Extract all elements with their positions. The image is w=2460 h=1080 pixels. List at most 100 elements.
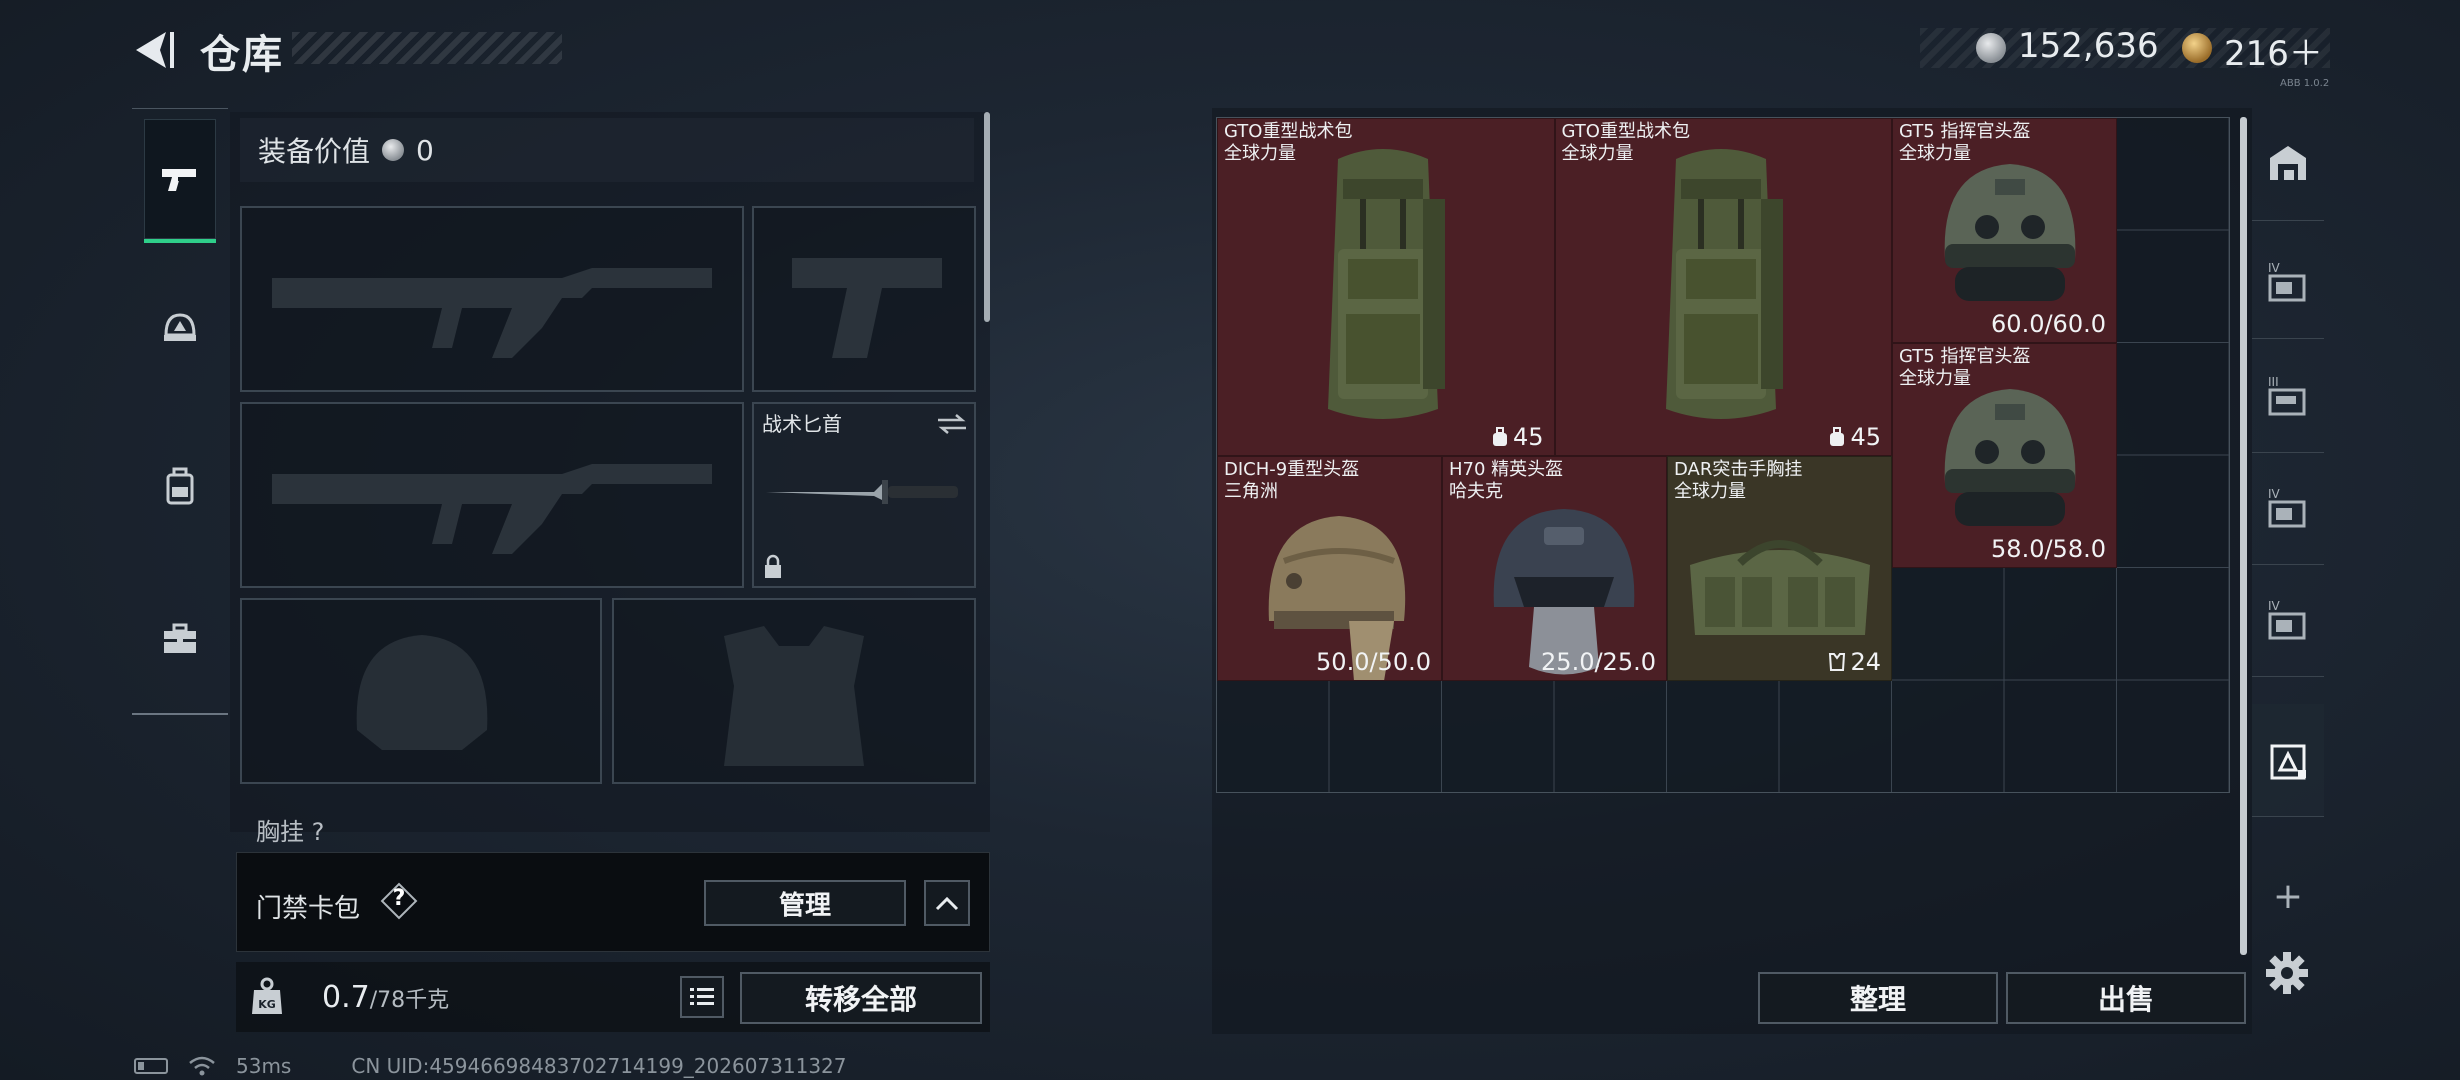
silver-currency-value: 152,636 [2018, 26, 2159, 66]
svg-text:KG: KG [258, 998, 276, 1011]
pistol-icon [162, 169, 196, 191]
sidearm-slot[interactable] [752, 206, 976, 392]
stash-grid[interactable]: GTO重型战术包 全球力量 45 GTO重型战术包 全球力量 45 GT5 指挥… [1216, 117, 2230, 793]
item-stat: 45 [1828, 423, 1881, 451]
item-stat: 58.0/58.0 [1991, 535, 2106, 563]
warehouse-icon [2270, 146, 2306, 180]
loadout-scrollbar[interactable] [984, 112, 990, 322]
item-name: GT5 指挥官头盔 全球力量 [1899, 346, 2031, 389]
svg-text:IV: IV [2268, 261, 2281, 275]
manage-button[interactable]: 管理 [704, 880, 906, 926]
silver-coin-icon [1976, 33, 2006, 63]
weapon-tab[interactable] [144, 119, 216, 243]
stash-item[interactable]: DICH-9重型头盔 三角洲 50.0/50.0 [1217, 455, 1442, 681]
version-text: ABB 1.0.2 [2280, 78, 2330, 89]
lock-icon [765, 554, 781, 578]
list-icon [690, 988, 714, 1005]
item-name: H70 精英头盔 哈夫克 [1449, 458, 1564, 502]
stash-iv-icon: IV [2268, 261, 2306, 302]
chest-rig-label: 胸挂 ? [256, 818, 325, 846]
equipment-value-label: 装备价值 [258, 135, 371, 168]
stash-iv-tab-3[interactable]: IV [2252, 564, 2324, 677]
stash-iv-tab-2[interactable]: IV [2252, 452, 2324, 565]
item-stat: 25.0/25.0 [1541, 647, 1656, 676]
item-name: GT5 指挥官头盔 全球力量 [1899, 121, 2031, 164]
rifle-silhouette-icon [272, 268, 712, 358]
swap-icon[interactable] [936, 412, 968, 436]
knife-label: 战术匕首 [762, 412, 842, 436]
gear-icon[interactable] [2264, 950, 2310, 996]
stash-item[interactable]: GTO重型战术包 全球力量 45 [1554, 118, 1892, 456]
helmet-tab[interactable] [144, 269, 216, 389]
weight-max: /78千克 [369, 988, 450, 1013]
stash-active-icon [2270, 744, 2306, 780]
collapse-button[interactable] [924, 880, 970, 926]
chevron-up-icon [935, 896, 959, 911]
stash-iii-tab[interactable]: III [2252, 340, 2324, 453]
stash-item[interactable]: H70 精英头盔 哈夫克 25.0/25.0 [1442, 455, 1667, 681]
item-name: DAR突击手胸挂 全球力量 [1674, 458, 1803, 502]
page-title: 仓库 [200, 32, 284, 78]
transfer-all-button[interactable]: 转移全部 [740, 972, 982, 1024]
stash-iv-tab-1[interactable]: IV [2252, 226, 2324, 339]
secondary-weapon-slot[interactable] [240, 402, 744, 588]
sort-button[interactable]: 整理 [1758, 972, 1998, 1024]
stash-item[interactable]: GT5 指挥官头盔 全球力量 58.0/58.0 [1892, 343, 2117, 568]
stash-item[interactable]: GT5 指挥官头盔 全球力量 60.0/60.0 [1892, 118, 2117, 343]
pistol-silhouette-icon [792, 258, 942, 358]
stash-tab-bar: IV III IV IV [2252, 108, 2324, 848]
keycard-label: 门禁卡包 [256, 894, 361, 924]
body-armor-slot[interactable] [612, 598, 976, 784]
add-stash-button[interactable]: + [2268, 876, 2308, 917]
status-bar: 53ms CN UID:4594669848370271419​9_202607… [134, 1054, 847, 1078]
backpack-capacity-icon [1492, 426, 1507, 446]
silver-coin-icon [382, 139, 405, 161]
stash-iv-icon: IV [2268, 487, 2306, 528]
gold-currency-value[interactable]: 216＋ [2224, 26, 2323, 75]
list-view-button[interactable] [680, 976, 724, 1018]
primary-weapon-slot[interactable] [240, 206, 744, 392]
stash-main-tab[interactable] [2252, 108, 2324, 221]
helmet-silhouette-icon [356, 635, 488, 750]
helmet-badge-icon [164, 313, 196, 341]
ping-value: 53ms [236, 1054, 292, 1078]
toolbox-icon [164, 623, 196, 653]
rifle-silhouette-icon [272, 464, 712, 554]
case-tab[interactable] [144, 579, 216, 699]
title-stripe [292, 32, 562, 64]
wifi-icon [189, 1056, 215, 1076]
backpack-tab[interactable] [144, 427, 216, 547]
item-stat: 45 [1491, 423, 1544, 451]
weight-icon: KG [252, 977, 282, 1014]
item-stat: 60.0/60.0 [1991, 310, 2106, 338]
stash-iv-icon: IV [2268, 599, 2306, 640]
gold-coin-icon [2182, 33, 2212, 63]
item-name: GTO重型战术包 全球力量 [1561, 121, 1690, 164]
svg-text:III: III [2268, 375, 2279, 389]
knife-slot[interactable]: 战术匕首 [752, 402, 976, 588]
svg-text:IV: IV [2268, 487, 2281, 501]
equipment-value-row: 装备价值 0 [240, 118, 974, 182]
back-arrow-icon[interactable] [130, 28, 178, 72]
left-tab-bar [132, 108, 228, 715]
weight-current: 0.7 [322, 980, 370, 1015]
weight-readout: 0.7/78千克 [322, 980, 449, 1015]
helmet-slot[interactable] [240, 598, 602, 784]
stash-scrollbar[interactable] [2240, 117, 2247, 955]
help-mark: ? [392, 886, 406, 911]
backpack-icon [166, 467, 194, 505]
tactical-knife-icon [766, 480, 958, 504]
armor-silhouette-icon [724, 626, 864, 766]
backpack-capacity-icon [1830, 426, 1845, 446]
vest-capacity-icon [1829, 652, 1846, 671]
svg-text:IV: IV [2268, 599, 2281, 613]
item-name: GTO重型战术包 全球力量 [1224, 121, 1353, 164]
item-stat: 50.0/50.0 [1316, 647, 1431, 676]
stash-iii-icon: III [2268, 375, 2306, 416]
stash-active-tab[interactable] [2252, 704, 2324, 817]
sell-button[interactable]: 出售 [2006, 972, 2246, 1024]
item-name: DICH-9重型头盔 三角洲 [1224, 458, 1360, 502]
uid-text: CN UID:4594669848370271419​9_20260731132… [351, 1054, 847, 1078]
stash-item[interactable]: GTO重型战术包 全球力量 45 [1217, 118, 1555, 456]
stash-item[interactable]: DAR突击手胸挂 全球力量 24 [1667, 455, 1892, 681]
